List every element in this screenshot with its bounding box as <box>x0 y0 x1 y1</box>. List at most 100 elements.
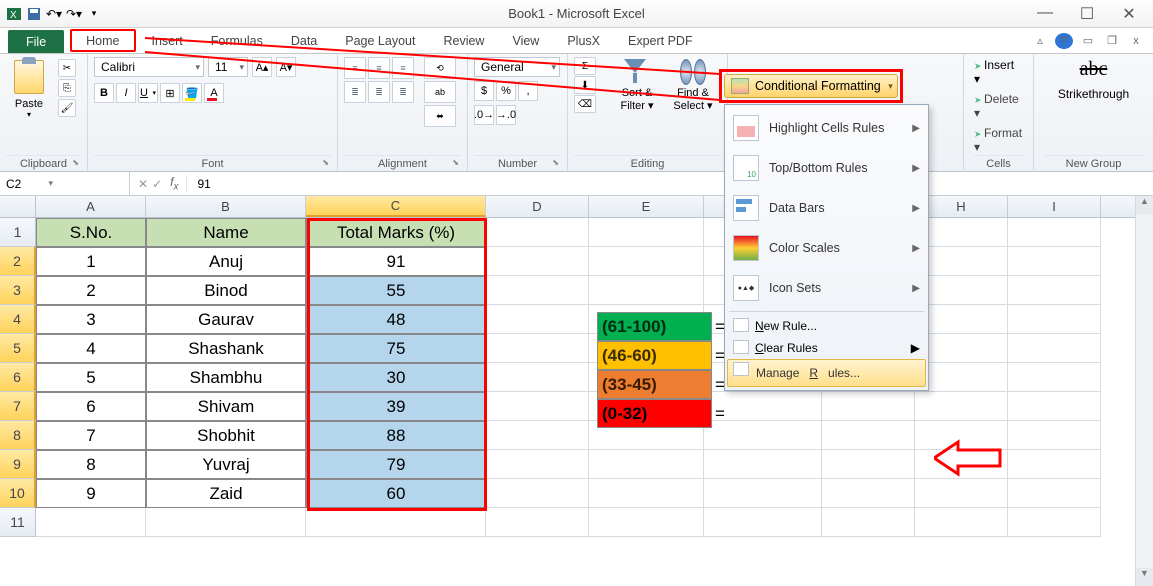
number-format-combo[interactable]: General <box>474 57 560 77</box>
cell[interactable] <box>36 508 146 537</box>
cell[interactable] <box>589 276 704 305</box>
column-header-A[interactable]: A <box>36 196 146 217</box>
name-box[interactable]: C2 <box>0 172 130 195</box>
cell[interactable] <box>589 450 704 479</box>
cell[interactable]: Shambhu <box>146 363 306 392</box>
tab-plusx[interactable]: PlusX <box>553 28 614 53</box>
legend-cell[interactable]: (0-32) <box>597 399 712 428</box>
align-bottom-icon[interactable]: ≡ <box>392 57 414 79</box>
cf-manage-rules[interactable]: Manage Rules... <box>727 359 926 387</box>
cell[interactable]: 75 <box>306 334 486 363</box>
row-header[interactable]: 1 <box>0 218 36 247</box>
cell[interactable]: Shashank <box>146 334 306 363</box>
fx-icon[interactable]: fx <box>170 175 187 192</box>
cell[interactable]: 8 <box>36 450 146 479</box>
cell[interactable] <box>486 479 589 508</box>
delete-cells-button[interactable]: Delete ▾ <box>974 92 1023 120</box>
vertical-scrollbar[interactable]: ▲▼ <box>1135 196 1153 586</box>
cell[interactable] <box>589 479 704 508</box>
row-header[interactable]: 4 <box>0 305 36 334</box>
font-color-button[interactable]: A <box>204 83 224 103</box>
cell[interactable] <box>486 334 589 363</box>
font-name-combo[interactable]: Calibri <box>94 57 204 77</box>
bold-button[interactable]: B <box>94 83 114 103</box>
cell[interactable] <box>822 479 915 508</box>
cell[interactable]: 2 <box>36 276 146 305</box>
tab-home[interactable]: Home <box>70 29 135 52</box>
cell[interactable] <box>915 508 1008 537</box>
minimize-button[interactable]: — <box>1035 4 1055 24</box>
align-top-icon[interactable]: ≡ <box>344 57 366 79</box>
tab-view[interactable]: View <box>498 28 553 53</box>
format-cells-button[interactable]: Format ▾ <box>974 126 1023 154</box>
cell[interactable]: Yuvraj <box>146 450 306 479</box>
row-header[interactable]: 5 <box>0 334 36 363</box>
cell[interactable]: 79 <box>306 450 486 479</box>
cell[interactable] <box>1008 247 1101 276</box>
restore-workbook-icon[interactable]: ▭ <box>1079 33 1097 49</box>
column-header-D[interactable]: D <box>486 196 589 217</box>
legend-cell[interactable]: (46-60) <box>597 341 712 370</box>
cell[interactable]: Binod <box>146 276 306 305</box>
increase-decimal-icon[interactable]: .0→ <box>474 105 494 125</box>
select-all-corner[interactable] <box>0 196 36 217</box>
font-size-combo[interactable]: 11 <box>208 57 248 77</box>
cell[interactable] <box>1008 276 1101 305</box>
cell[interactable] <box>1008 392 1101 421</box>
legend-cell[interactable]: (61-100) <box>597 312 712 341</box>
align-left-icon[interactable]: ≣ <box>344 81 366 103</box>
row-header[interactable]: 2 <box>0 247 36 276</box>
cell[interactable]: Gaurav <box>146 305 306 334</box>
cell[interactable]: 9 <box>36 479 146 508</box>
decrease-decimal-icon[interactable]: →.0 <box>496 105 516 125</box>
cell[interactable]: Shivam <box>146 392 306 421</box>
conditional-formatting-button[interactable]: Conditional Formatting <box>724 74 898 98</box>
cell[interactable]: 6 <box>36 392 146 421</box>
cell[interactable]: 55 <box>306 276 486 305</box>
column-header-C[interactable]: C <box>306 196 486 217</box>
underline-button[interactable]: U <box>138 83 158 103</box>
tab-file[interactable]: File <box>8 30 64 53</box>
cell[interactable] <box>1008 479 1101 508</box>
cell[interactable] <box>704 508 822 537</box>
cell[interactable] <box>146 508 306 537</box>
cell[interactable] <box>486 450 589 479</box>
find-select-button[interactable]: Find & Select ▾ <box>668 57 718 155</box>
column-header-B[interactable]: B <box>146 196 306 217</box>
cell[interactable]: 88 <box>306 421 486 450</box>
comma-format-icon[interactable]: , <box>518 81 538 101</box>
cell[interactable] <box>486 276 589 305</box>
cut-icon[interactable]: ✂ <box>58 59 76 77</box>
cf-highlight-cells[interactable]: Highlight Cells Rules▶ <box>727 108 926 148</box>
sort-filter-button[interactable]: Sort & Filter ▾ <box>612 57 662 155</box>
cell[interactable] <box>1008 421 1101 450</box>
orientation-button[interactable]: ⟲ <box>424 57 456 79</box>
cell[interactable] <box>486 363 589 392</box>
cf-clear-rules[interactable]: Clear Rules▶ <box>727 337 926 359</box>
cell[interactable] <box>486 247 589 276</box>
window-small-icon[interactable]: ❐ <box>1103 33 1121 49</box>
undo-icon[interactable]: ↶▾ <box>46 6 62 22</box>
maximize-button[interactable]: ☐ <box>1077 4 1097 24</box>
help-icon[interactable]: ? <box>1055 33 1073 49</box>
italic-button[interactable]: I <box>116 83 136 103</box>
cf-color-scales[interactable]: Color Scales▶ <box>727 228 926 268</box>
tab-expertpdf[interactable]: Expert PDF <box>614 28 707 53</box>
cell[interactable] <box>486 305 589 334</box>
accounting-format-icon[interactable]: $ <box>474 81 494 101</box>
row-header[interactable]: 11 <box>0 508 36 537</box>
cell[interactable] <box>915 392 1008 421</box>
autosum-icon[interactable]: Σ <box>574 57 596 75</box>
cell[interactable] <box>704 479 822 508</box>
cell[interactable] <box>306 508 486 537</box>
cell[interactable] <box>1008 363 1101 392</box>
align-middle-icon[interactable]: ≡ <box>368 57 390 79</box>
clear-icon[interactable]: ⌫ <box>574 95 596 113</box>
redo-icon[interactable]: ↷▾ <box>66 6 82 22</box>
cf-new-rule[interactable]: New Rule... <box>727 315 926 337</box>
tab-review[interactable]: Review <box>429 28 498 53</box>
row-header[interactable]: 10 <box>0 479 36 508</box>
close-button[interactable]: ✕ <box>1119 4 1139 24</box>
cell[interactable] <box>915 479 1008 508</box>
cell[interactable] <box>822 450 915 479</box>
